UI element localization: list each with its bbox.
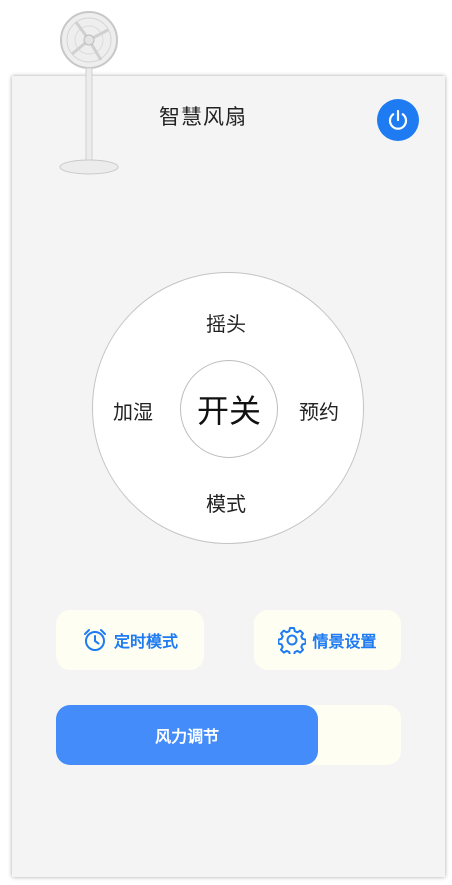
control-dial: 摇头 加湿 预约 模式 开关 (92, 272, 364, 544)
wind-speed-fill[interactable]: 风力调节 (56, 705, 319, 765)
wind-speed-slider[interactable]: 风力调节 (56, 705, 401, 765)
mode-button[interactable]: 模式 (206, 488, 246, 517)
timer-mode-button[interactable]: 定时模式 (56, 610, 204, 670)
humidify-button[interactable]: 加湿 (113, 396, 153, 425)
fan-image (59, 11, 119, 175)
swing-button[interactable]: 摇头 (206, 308, 246, 337)
power-button[interactable] (377, 99, 419, 141)
timer-mode-label: 定时模式 (113, 632, 178, 651)
scene-settings-label: 情景设置 (312, 632, 377, 651)
schedule-button[interactable]: 预约 (299, 396, 339, 425)
alarm-clock-icon (83, 629, 106, 651)
wind-speed-label: 风力调节 (155, 727, 220, 746)
power-icon (388, 109, 408, 130)
on-off-button[interactable]: 开关 (180, 360, 278, 458)
gear-icon (278, 627, 307, 654)
page-title: 智慧风扇 (159, 105, 247, 129)
scene-settings-button[interactable]: 情景设置 (254, 610, 401, 670)
